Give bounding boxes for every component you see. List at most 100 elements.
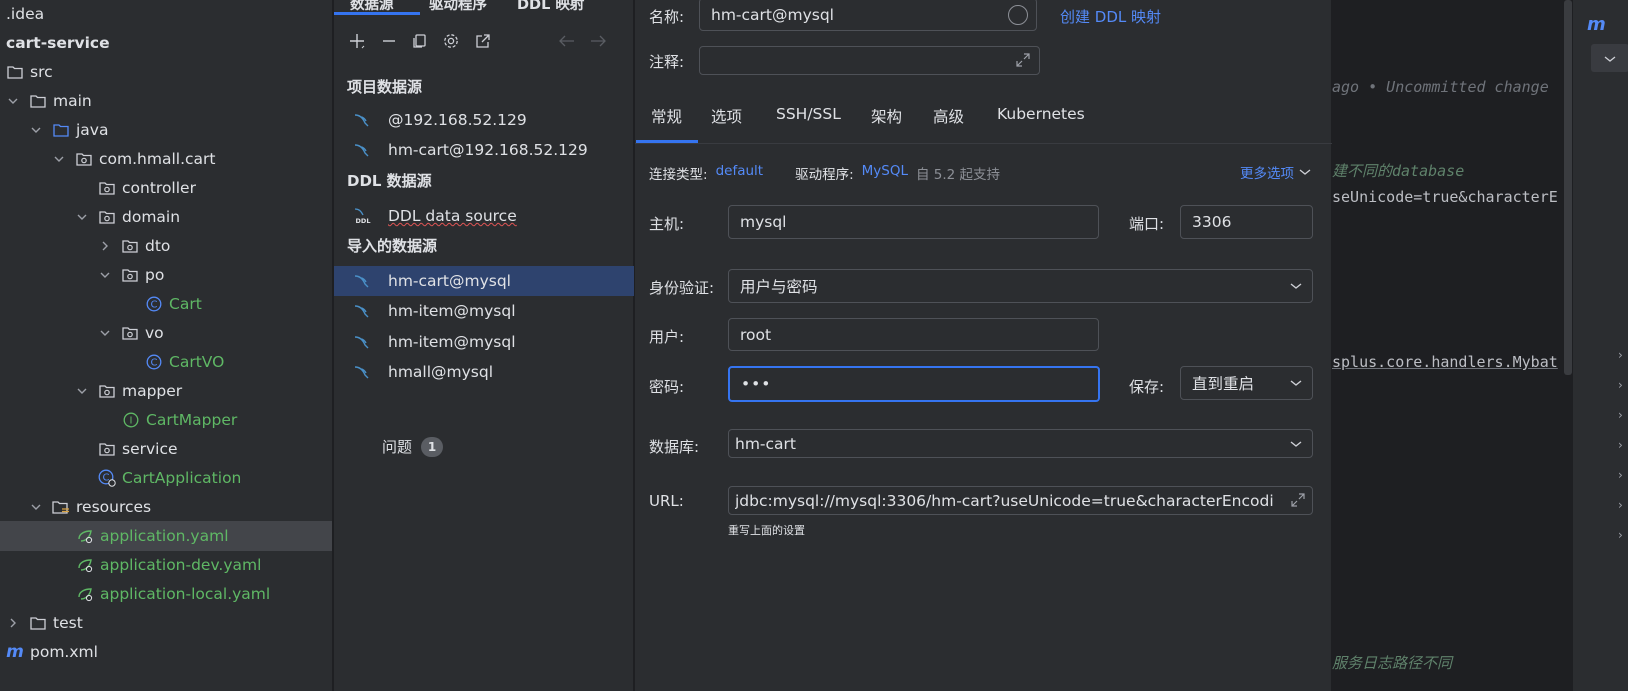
- datasource-item[interactable]: DDL DDL data source: [334, 201, 634, 231]
- tree-item-vo[interactable]: vo: [0, 318, 332, 348]
- tree-item-po[interactable]: po: [0, 260, 332, 290]
- database-select[interactable]: hm-cart: [728, 429, 1313, 458]
- mysql-icon: [352, 334, 374, 350]
- tree-item-domain[interactable]: domain: [0, 202, 332, 232]
- tree-item-cartapplication[interactable]: C CartApplication: [0, 463, 332, 493]
- chevron-down-icon[interactable]: [75, 210, 89, 224]
- problems-link[interactable]: 问题 1: [382, 436, 444, 457]
- forward-arrow-icon[interactable]: [587, 30, 609, 52]
- chevron-down-icon[interactable]: [29, 500, 43, 514]
- name-field[interactable]: hm-cart@mysql: [699, 0, 1037, 31]
- tree-item-label: src: [30, 63, 53, 81]
- tree-item-cartvo-class[interactable]: C CartVO: [0, 347, 332, 377]
- chevron-right-icon[interactable]: ›: [1618, 468, 1623, 482]
- tree-item-main[interactable]: main: [0, 86, 332, 116]
- chevron-right-icon[interactable]: ›: [1618, 438, 1623, 452]
- tree-item-cart-service[interactable]: cart-service: [0, 28, 332, 58]
- connection-type-value[interactable]: default: [716, 163, 764, 183]
- tree-item-application-dev-yaml[interactable]: application-dev.yaml: [0, 550, 332, 580]
- tree-item-dto[interactable]: dto: [0, 231, 332, 261]
- chevron-right-icon[interactable]: ›: [1618, 348, 1623, 362]
- maven-icon[interactable]: m: [1587, 14, 1606, 35]
- expand-icon[interactable]: [1015, 52, 1031, 72]
- port-field[interactable]: 3306: [1180, 205, 1313, 239]
- name-value: hm-cart@mysql: [711, 5, 834, 24]
- open-external-icon[interactable]: [472, 30, 494, 52]
- datasource-label: hm-item@mysql: [388, 333, 516, 351]
- editor-scrollbar[interactable]: [1564, 0, 1572, 375]
- mysql-icon: [352, 273, 374, 289]
- dropdown-toggle[interactable]: [1591, 44, 1628, 72]
- tree-item-resources[interactable]: resources: [0, 492, 332, 522]
- tab-schemas[interactable]: 架构: [871, 105, 902, 127]
- password-field[interactable]: •••: [728, 366, 1100, 402]
- tree-item-mapper[interactable]: mapper: [0, 376, 332, 406]
- auth-select[interactable]: 用户与密码: [728, 269, 1313, 303]
- tree-item-application-yaml[interactable]: application.yaml: [0, 521, 332, 551]
- datasource-item[interactable]: hmall@mysql: [334, 357, 634, 387]
- save-value: 直到重启: [1192, 375, 1255, 393]
- chevron-right-icon[interactable]: ›: [1618, 378, 1623, 392]
- tree-item-test[interactable]: test: [0, 608, 332, 638]
- chevron-down-icon[interactable]: [98, 268, 112, 282]
- connection-type-label: 连接类型:: [649, 167, 708, 183]
- url-field[interactable]: jdbc:mysql://mysql:3306/hm-cart?useUnico…: [728, 486, 1313, 515]
- tree-item-com-hmall-cart[interactable]: com.hmall.cart: [0, 144, 332, 174]
- tab-general[interactable]: 常规: [651, 105, 682, 127]
- host-field[interactable]: mysql: [728, 205, 1099, 239]
- tab-kubernetes[interactable]: Kubernetes: [997, 105, 1085, 123]
- duplicate-icon[interactable]: [409, 30, 431, 52]
- tree-item-src[interactable]: src: [0, 57, 332, 87]
- expand-icon[interactable]: [1290, 492, 1306, 512]
- tree-item-controller[interactable]: controller: [0, 173, 332, 203]
- datasource-item[interactable]: hm-item@mysql: [334, 296, 634, 326]
- remove-icon[interactable]: [378, 30, 400, 52]
- comment-label: 注释:: [649, 53, 685, 71]
- chevron-right-icon[interactable]: [98, 239, 112, 253]
- code-line: seUnicode=true&characterE: [1332, 188, 1558, 206]
- tab-divider: [635, 143, 1332, 144]
- chevron-right-icon[interactable]: ›: [1618, 408, 1623, 422]
- tree-item-cartmapper-interface[interactable]: I CartMapper: [0, 405, 332, 435]
- datasource-item[interactable]: @192.168.52.129: [334, 105, 634, 135]
- tree-item-pom-xml[interactable]: m pom.xml: [0, 637, 332, 667]
- driver-value[interactable]: MySQL: [862, 163, 908, 183]
- chevron-right-icon[interactable]: [6, 616, 20, 630]
- tree-item-application-local-yaml[interactable]: application-local.yaml: [0, 579, 332, 609]
- url-label: URL:: [649, 492, 684, 510]
- datasource-item-selected[interactable]: hm-cart@mysql: [334, 266, 634, 296]
- chevron-right-icon[interactable]: ›: [1618, 528, 1623, 542]
- back-arrow-icon[interactable]: [556, 30, 578, 52]
- chevron-right-icon[interactable]: ›: [1618, 498, 1623, 512]
- datasource-item[interactable]: hm-cart@192.168.52.129: [334, 135, 634, 165]
- tree-item-java[interactable]: java: [0, 115, 332, 145]
- tab-drivers[interactable]: 驱动程序: [429, 0, 487, 14]
- tree-item-label: cart-service: [6, 34, 110, 52]
- add-icon[interactable]: [346, 30, 368, 52]
- tree-item-cart-class[interactable]: C Cart: [0, 289, 332, 319]
- tree-item-service[interactable]: service: [0, 434, 332, 464]
- chevron-down-icon[interactable]: [98, 326, 112, 340]
- chevron-down-icon[interactable]: [6, 94, 20, 108]
- tab-advanced[interactable]: 高级: [933, 105, 964, 127]
- tree-item-label: po: [145, 266, 165, 284]
- settings-icon[interactable]: [440, 30, 462, 52]
- user-field[interactable]: root: [728, 318, 1099, 351]
- save-select[interactable]: 直到重启: [1180, 366, 1313, 400]
- chevron-down-icon[interactable]: [29, 123, 43, 137]
- database-value: hm-cart: [735, 434, 796, 453]
- tab-ddl-mappings[interactable]: DDL 映射: [517, 0, 584, 14]
- create-ddl-mapping-link[interactable]: 创建 DDL 映射: [1060, 6, 1161, 27]
- package-icon: [121, 267, 139, 283]
- more-options-button[interactable]: 更多选项: [1240, 162, 1311, 182]
- tree-item-label: dto: [145, 237, 171, 255]
- datasource-item[interactable]: hm-item@mysql: [334, 327, 634, 357]
- package-icon: [121, 238, 139, 254]
- tree-item-idea[interactable]: .idea: [0, 0, 332, 29]
- chevron-down-icon[interactable]: [52, 152, 66, 166]
- chevron-down-icon[interactable]: [75, 384, 89, 398]
- comment-field[interactable]: [699, 46, 1040, 75]
- tab-options[interactable]: 选项: [711, 105, 742, 127]
- tab-ssh-ssl[interactable]: SSH/SSL: [776, 105, 841, 123]
- color-circle-icon[interactable]: [1008, 5, 1028, 25]
